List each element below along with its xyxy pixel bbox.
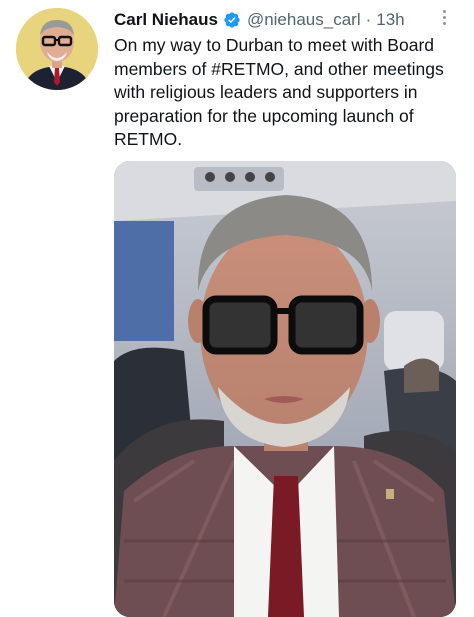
author-handle[interactable]: @niehaus_carl (247, 9, 361, 31)
author-name[interactable]: Carl Niehaus (114, 9, 218, 31)
verified-badge-icon (224, 12, 240, 28)
tweet-text: On my way to Durban to meet with Board m… (114, 35, 444, 149)
more-dot (442, 9, 446, 13)
tweet: Carl Niehaus @niehaus_carl · 13h On my w… (0, 0, 474, 617)
tweet-header: Carl Niehaus @niehaus_carl · 13h (114, 9, 405, 31)
author-avatar[interactable] (16, 8, 98, 90)
selfie-photo (114, 161, 456, 617)
header-separator: · (365, 10, 372, 29)
more-options-icon[interactable] (436, 6, 452, 28)
more-dot (442, 15, 446, 19)
avatar-image (16, 8, 98, 90)
tweet-timestamp[interactable]: 13h (376, 9, 404, 31)
more-dot (442, 21, 446, 25)
tweet-photo[interactable] (114, 161, 456, 617)
